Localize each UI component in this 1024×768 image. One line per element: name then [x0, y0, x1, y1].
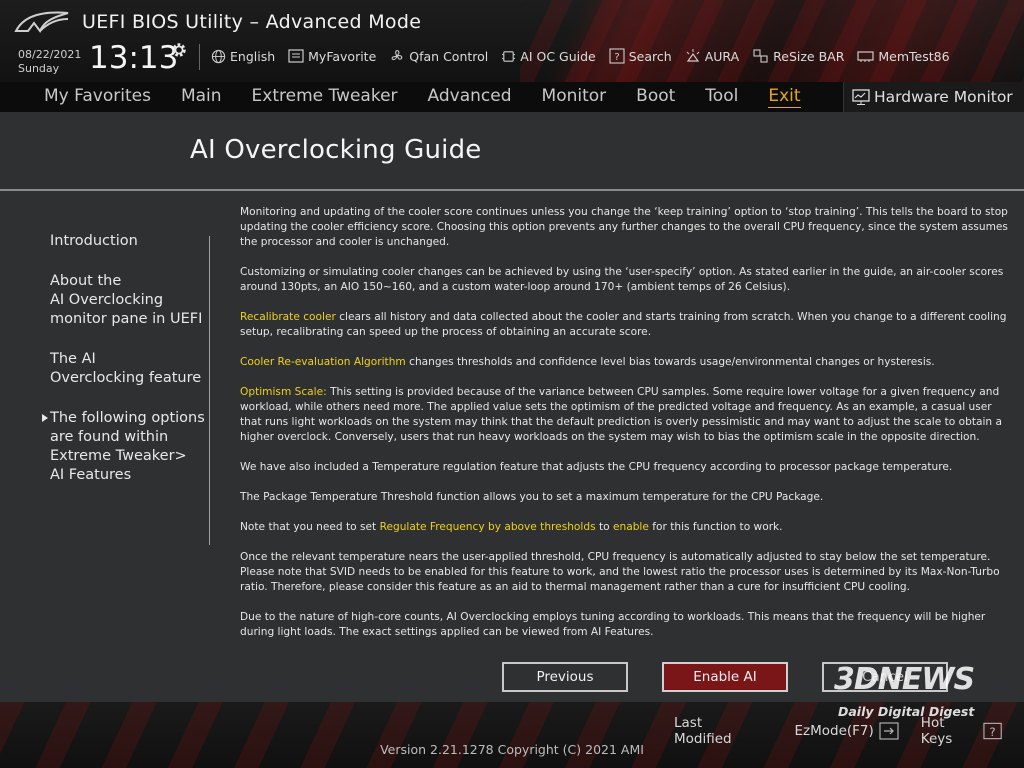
paragraph-text: clears all history and data collected ab…	[240, 311, 1007, 338]
top-bar: UEFI BIOS Utility – Advanced Mode 08/22/…	[0, 0, 1024, 82]
paragraph-text: Note that you need to set	[240, 521, 380, 533]
highlight-recalibrate-cooler: Recalibrate cooler	[240, 311, 336, 323]
tool-aura-label: AURA	[704, 48, 740, 64]
watermark-tagline: Daily Digital Digest	[838, 704, 975, 719]
tool-myfavorite[interactable]: MyFavorite	[288, 49, 376, 64]
ai-chip-icon	[502, 50, 516, 62]
tab-boot[interactable]: Boot	[636, 85, 675, 108]
paragraph-recalibrate: Recalibrate cooler clears all history an…	[240, 310, 1016, 340]
tab-exit[interactable]: Exit	[768, 85, 801, 108]
previous-button[interactable]: Previous	[502, 662, 628, 692]
tool-resize-bar-label: ReSize BAR	[773, 48, 845, 64]
paragraph-optimism-scale: Optimism Scale: This setting is provided…	[240, 385, 1016, 445]
highlight-cooler-reevaluation: Cooler Re-evaluation Algorithm	[240, 356, 406, 368]
tab-extreme-tweaker[interactable]: Extreme Tweaker	[252, 85, 398, 108]
ai-oc-guide-dialog: AI Overclocking Guide Introduction About…	[0, 112, 1024, 702]
paragraph-reevaluation: Cooler Re-evaluation Algorithm changes t…	[240, 355, 1016, 370]
monitor-icon	[852, 88, 870, 105]
toc-item-ai-features-options[interactable]: The following options are found within E…	[42, 409, 210, 485]
paragraph-high-core: Due to the nature of high-core counts, A…	[240, 611, 986, 638]
tab-monitor[interactable]: Monitor	[542, 85, 607, 108]
rog-logo-icon	[14, 11, 69, 34]
paragraph-user-specify: Customizing or simulating cooler changes…	[240, 266, 1004, 293]
resize-bar-icon	[753, 49, 768, 63]
tool-english[interactable]: English	[211, 49, 275, 64]
tool-search[interactable]: ? Search	[609, 48, 672, 64]
toc-line: About the	[50, 273, 122, 289]
tab-my-favorites[interactable]: My Favorites	[44, 85, 151, 108]
toc-line: are found within	[50, 429, 169, 445]
toc-divider	[209, 236, 210, 545]
tool-qfan[interactable]: Qfan Control	[389, 48, 488, 64]
toolbar-separator	[199, 44, 200, 70]
tool-memtest86-label: MemTest86	[878, 48, 950, 64]
fan-icon	[391, 50, 403, 61]
search-icon: ?	[609, 48, 625, 64]
svg-text:?: ?	[614, 52, 619, 63]
tool-qfan-label: Qfan Control	[409, 48, 489, 64]
guide-content: Monitoring and updating of the cooler sc…	[240, 205, 1016, 655]
tool-english-label: English	[230, 48, 276, 64]
tool-myfavorite-label: MyFavorite	[308, 48, 377, 64]
tool-ai-oc-guide-label: AI OC Guide	[520, 48, 596, 64]
dialog-title: AI Overclocking Guide	[190, 135, 482, 165]
app-title: UEFI BIOS Utility – Advanced Mode	[82, 11, 422, 33]
tab-main[interactable]: Main	[181, 85, 222, 108]
tool-search-label: Search	[628, 48, 672, 64]
toolbar: English MyFavorite Qfan Control AI OC Gu…	[211, 46, 963, 66]
guide-toc: Introduction About the AI Overclocking m…	[42, 232, 210, 506]
paragraph-text: to	[595, 521, 613, 533]
highlight-regulate-frequency: Regulate Frequency by above thresholds	[379, 521, 596, 533]
toc-line: monitor pane in UEFI	[50, 311, 203, 327]
paragraph-regulate-note: Note that you need to set Regulate Frequ…	[240, 520, 1016, 535]
tab-advanced[interactable]: Advanced	[428, 85, 512, 108]
time-display: 13:13	[89, 40, 179, 76]
favorite-list-icon	[288, 49, 304, 63]
highlight-optimism-scale: Optimism Scale:	[240, 386, 327, 398]
highlight-enable: enable	[612, 521, 649, 533]
paragraph-text: for this function to work.	[648, 521, 783, 533]
gear-icon[interactable]	[170, 41, 188, 59]
toc-line: Introduction	[50, 233, 138, 249]
aura-light-icon	[686, 49, 700, 62]
tool-ai-oc-guide[interactable]: AI OC Guide	[501, 48, 596, 64]
day-display: Sunday	[18, 62, 60, 75]
paragraph-text: changes thresholds and confidence level …	[405, 356, 935, 368]
toc-item-ai-oc-feature[interactable]: The AI Overclocking feature	[50, 350, 210, 388]
tab-tool[interactable]: Tool	[705, 85, 738, 108]
main-nav: My Favorites Main Extreme Tweaker Advanc…	[0, 82, 1024, 112]
hardware-monitor-tab[interactable]: Hardware Monitor	[843, 82, 1024, 112]
toc-line: AI Overclocking	[50, 292, 164, 308]
tool-aura[interactable]: AURA	[685, 48, 739, 64]
toc-line: The AI	[50, 351, 96, 367]
tool-memtest86[interactable]: MemTest86	[857, 48, 950, 64]
3dnews-watermark: 3DNEWS Daily Digital Digest	[834, 660, 1004, 728]
toc-line: Overclocking feature	[50, 370, 202, 386]
tool-resize-bar[interactable]: ReSize BAR	[752, 48, 844, 64]
paragraph-temperature-regulation: We have also included a Temperature regu…	[240, 461, 953, 473]
paragraph-package-threshold: The Package Temperature Threshold functi…	[240, 491, 824, 503]
toc-item-about-monitor-pane[interactable]: About the AI Overclocking monitor pane i…	[50, 272, 210, 329]
title-divider	[0, 189, 1024, 191]
date-display: 08/22/2021	[18, 48, 82, 61]
paragraph-threshold-behavior: Once the relevant temperature nears the …	[240, 551, 1000, 593]
globe-icon	[211, 49, 226, 63]
paragraph-keep-training: Monitoring and updating of the cooler sc…	[240, 206, 1008, 248]
enable-ai-button[interactable]: Enable AI	[662, 662, 788, 692]
toc-line: Extreme Tweaker>	[50, 448, 187, 464]
version-text: Version 2.21.1278 Copyright (C) 2021 AMI	[380, 742, 644, 757]
toc-item-introduction[interactable]: Introduction	[50, 232, 210, 251]
toc-line: The following options	[50, 410, 205, 426]
hardware-monitor-label: Hardware Monitor	[874, 88, 1013, 106]
paragraph-text: This setting is provided because of the …	[240, 386, 1002, 443]
memory-icon	[857, 51, 874, 62]
toc-line: AI Features	[50, 467, 132, 483]
watermark-logo-text: 3DNEWS	[834, 662, 975, 697]
